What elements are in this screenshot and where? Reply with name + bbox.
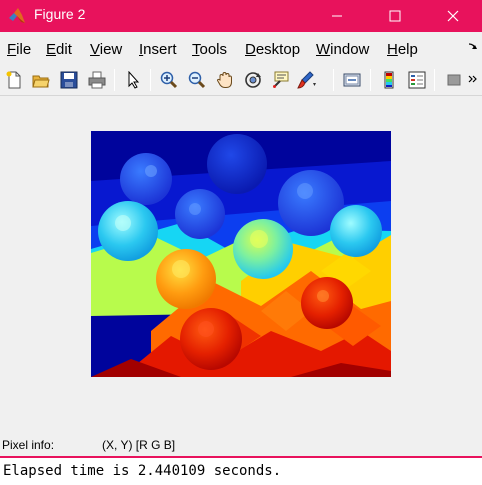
maximize-icon: [389, 10, 401, 22]
image-axes[interactable]: [91, 131, 391, 377]
menu-bar: File Edit View Insert Tools Desktop Wind…: [0, 32, 482, 65]
window-title: Figure 2: [34, 6, 86, 22]
insert-colorbar-icon: [384, 71, 394, 89]
data-cursor-icon: [273, 71, 289, 88]
hide-plot-tools-icon: [447, 74, 461, 86]
open-file-button[interactable]: [30, 69, 52, 91]
menu-desktop[interactable]: Desktop: [245, 41, 300, 58]
matlab-logo-icon: [9, 8, 25, 23]
rotate-3d-button[interactable]: [242, 69, 264, 91]
close-icon: [447, 10, 459, 22]
toolbar-separator: [114, 69, 115, 91]
double-chevron-icon: [468, 75, 477, 83]
console-output-line: Elapsed time is 2.440109 seconds.: [3, 463, 282, 479]
new-figure-button[interactable]: [3, 69, 25, 91]
menu-view[interactable]: View: [90, 41, 122, 58]
command-window-output: Elapsed time is 2.440109 seconds.: [0, 458, 482, 485]
figure-canvas: [0, 96, 482, 436]
close-button[interactable]: [430, 0, 476, 32]
rotate-3d-icon: [245, 72, 261, 88]
data-cursor-button[interactable]: [270, 69, 292, 91]
open-file-icon: [32, 75, 50, 88]
pan-button[interactable]: [214, 69, 236, 91]
title-bar: Figure 2: [0, 0, 482, 32]
dock-arrow-icon[interactable]: [468, 42, 478, 52]
save-icon: [60, 71, 78, 89]
toolbar-overflow-button[interactable]: [466, 69, 480, 91]
link-plot-button[interactable]: [341, 69, 363, 91]
edit-plot-arrow-icon: [128, 71, 140, 89]
menu-help[interactable]: Help: [387, 41, 418, 58]
toolbar-separator: [150, 69, 151, 91]
zoom-out-icon: [188, 71, 206, 89]
brush-button[interactable]: [296, 69, 318, 91]
pixel-info-value: (X, Y) [R G B]: [102, 438, 176, 452]
print-button[interactable]: [86, 69, 108, 91]
status-bar: Pixel info: (X, Y) [R G B]: [0, 436, 482, 458]
maximize-button[interactable]: [372, 0, 418, 32]
insert-legend-button[interactable]: [406, 69, 428, 91]
hide-plot-tools-button[interactable]: [443, 69, 465, 91]
insert-colorbar-button[interactable]: [378, 69, 400, 91]
minimize-icon: [332, 15, 342, 17]
insert-legend-icon: [408, 71, 426, 89]
zoom-in-button[interactable]: [158, 69, 180, 91]
zoom-out-button[interactable]: [186, 69, 208, 91]
link-plot-icon: [343, 73, 361, 87]
new-figure-icon: [6, 71, 21, 89]
toolbar-separator: [434, 69, 435, 91]
zoom-in-icon: [160, 71, 178, 89]
menu-insert[interactable]: Insert: [139, 41, 177, 58]
minimize-button[interactable]: [314, 0, 360, 32]
figure-toolbar: [0, 65, 482, 96]
brush-icon: [297, 71, 316, 89]
print-icon: [88, 71, 106, 89]
pan-hand-icon: [216, 71, 232, 88]
menu-window[interactable]: Window: [316, 41, 369, 58]
toolbar-separator: [333, 69, 334, 91]
menu-edit[interactable]: Edit: [46, 41, 72, 58]
menu-tools[interactable]: Tools: [192, 41, 227, 58]
toolbar-separator: [370, 69, 371, 91]
edit-plot-button[interactable]: [122, 69, 144, 91]
save-button[interactable]: [58, 69, 80, 91]
segmented-coins-image: [91, 131, 391, 377]
menu-file[interactable]: File: [7, 41, 31, 58]
pixel-info-label: Pixel info:: [2, 438, 55, 452]
